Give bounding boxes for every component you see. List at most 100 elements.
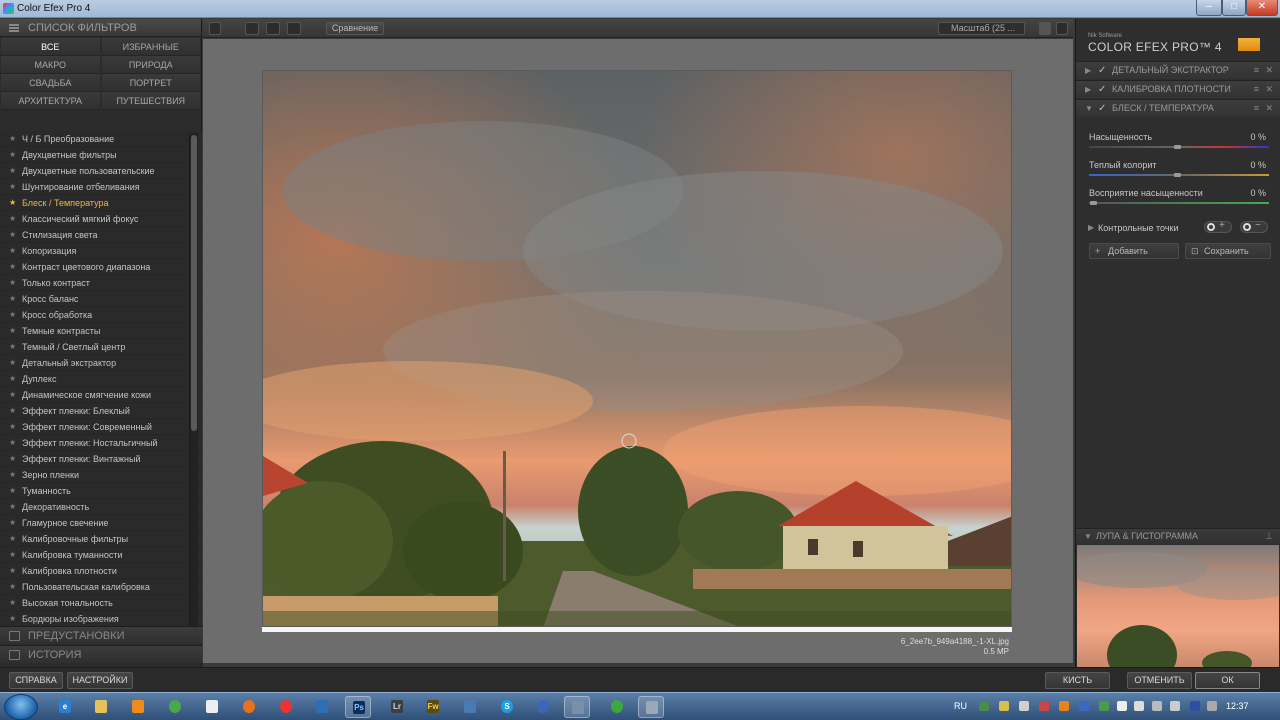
favorite-star-icon[interactable]: ★: [9, 483, 16, 499]
filter-list-item[interactable]: ★ Темный / Светлый центр: [0, 339, 202, 355]
tray-icon[interactable]: [1039, 701, 1049, 711]
filter-list-item[interactable]: ★ Копоризация: [0, 243, 202, 259]
pin-icon[interactable]: ⊥: [1265, 529, 1273, 544]
filter-list-item[interactable]: ★ Двухцветные фильтры: [0, 147, 202, 163]
filter-list-item[interactable]: ★ Классический мягкий фокус: [0, 211, 202, 227]
panel-toggle-icon[interactable]: [209, 22, 221, 35]
skype-taskbar-icon[interactable]: S: [494, 696, 520, 718]
favorite-star-icon[interactable]: ★: [9, 515, 16, 531]
image-canvas[interactable]: 6_2ee7b_949a4188_-1-XL.jpg 0.5 MP: [203, 39, 1073, 663]
favorite-star-icon[interactable]: ★: [9, 323, 16, 339]
tray-icon[interactable]: [1019, 701, 1029, 711]
slider-track[interactable]: [1089, 202, 1269, 204]
remove-control-point-button[interactable]: −: [1240, 220, 1268, 233]
category-tab[interactable]: ВСЕ: [1, 38, 100, 56]
tray-icon[interactable]: [1207, 701, 1217, 711]
media-taskbar-icon[interactable]: [125, 696, 151, 718]
favorite-star-icon[interactable]: ★: [9, 131, 16, 147]
filter-list-header[interactable]: СПИСОК ФИЛЬТРОВ: [0, 19, 201, 37]
filter-list-item[interactable]: ★ Дуплекс: [0, 371, 202, 387]
tray-icon[interactable]: [1059, 701, 1069, 711]
filter-list-item[interactable]: ★ Калибровочные фильтры: [0, 531, 202, 547]
explorer-taskbar-icon[interactable]: [88, 696, 114, 718]
zoom-select[interactable]: Масштаб (25 ...: [938, 22, 1025, 35]
category-tab[interactable]: ПРИРОДА: [101, 56, 200, 74]
category-tab[interactable]: ПУТЕШЕСТВИЯ: [101, 92, 200, 110]
fireworks-taskbar-icon[interactable]: Fw: [420, 696, 446, 718]
filter-list-item[interactable]: ★ Детальный экстрактор: [0, 355, 202, 371]
favorite-star-icon[interactable]: ★: [9, 563, 16, 579]
filter-enabled-checkbox[interactable]: ✓: [1098, 100, 1106, 117]
favorite-star-icon[interactable]: ★: [9, 611, 16, 627]
scrollbar-thumb[interactable]: [191, 135, 197, 431]
lightroom-taskbar-icon[interactable]: Lr: [384, 696, 410, 718]
filter-enabled-checkbox[interactable]: ✓: [1098, 62, 1106, 79]
cancel-button[interactable]: ОТМЕНИТЬ: [1127, 672, 1192, 689]
favorite-star-icon[interactable]: ★: [9, 179, 16, 195]
volume-icon[interactable]: [1134, 701, 1144, 711]
favorite-star-icon[interactable]: ★: [9, 531, 16, 547]
applied-filter-glow-temperature[interactable]: ▼ ✓ БЛЕСК / ТЕМПЕРАТУРА ≡ ✕: [1076, 99, 1280, 117]
filter-list-item[interactable]: ★ Шунтирование отбеливания: [0, 179, 202, 195]
tray-icon[interactable]: [1099, 701, 1109, 711]
favorite-star-icon[interactable]: ★: [9, 419, 16, 435]
favorite-star-icon[interactable]: ★: [9, 355, 16, 371]
favorite-star-icon[interactable]: ★: [9, 163, 16, 179]
maximize-button[interactable]: □: [1222, 0, 1246, 16]
collapse-arrow-icon[interactable]: ▼: [1084, 529, 1092, 544]
filter-list-item[interactable]: ★ Калибровка плотности: [0, 563, 202, 579]
add-control-point-button[interactable]: +: [1204, 220, 1232, 233]
filter-list-item[interactable]: ★ Динамическое смягчение кожи: [0, 387, 202, 403]
expand-arrow-icon[interactable]: ▶: [1085, 81, 1091, 98]
filter-enabled-checkbox[interactable]: ✓: [1098, 81, 1106, 98]
app-taskbar-icon[interactable]: [309, 696, 335, 718]
favorite-star-icon[interactable]: ★: [9, 339, 16, 355]
applied-filter-detail-extractor[interactable]: ▶ ✓ ДЕТАЛЬНЫЙ ЭКСТРАКТОР ≡ ✕: [1076, 61, 1280, 79]
favorite-star-icon[interactable]: ★: [9, 275, 16, 291]
filter-list-item[interactable]: ★ Контраст цветового диапазона: [0, 259, 202, 275]
favorite-star-icon[interactable]: ★: [9, 451, 16, 467]
app2-taskbar-icon[interactable]: [530, 696, 556, 718]
category-tab[interactable]: МАКРО: [1, 56, 100, 74]
filter-list-item[interactable]: ★ Блеск / Температура: [0, 195, 202, 211]
favorite-star-icon[interactable]: ★: [9, 195, 16, 211]
favorite-star-icon[interactable]: ★: [9, 147, 16, 163]
tray-icon[interactable]: [1079, 701, 1089, 711]
favorite-star-icon[interactable]: ★: [9, 307, 16, 323]
favorite-star-icon[interactable]: ★: [9, 499, 16, 515]
filter-list-item[interactable]: ★ Калибровка туманности: [0, 547, 202, 563]
favorite-star-icon[interactable]: ★: [9, 387, 16, 403]
favorite-star-icon[interactable]: ★: [9, 259, 16, 275]
presets-section[interactable]: ПРЕДУСТАНОВКИ: [0, 626, 202, 644]
applied-filter-density-calibration[interactable]: ▶ ✓ КАЛИБРОВКА ПЛОТНОСТИ ≡ ✕: [1076, 80, 1280, 98]
category-tab[interactable]: ИЗБРАННЫЕ: [101, 38, 200, 56]
history-section[interactable]: ИСТОРИЯ: [0, 645, 202, 663]
save-preset-button[interactable]: ⊡ Сохранить: [1185, 243, 1271, 259]
document-taskbar-icon[interactable]: [199, 696, 225, 718]
split-view-icon[interactable]: [266, 22, 280, 35]
brush-button[interactable]: КИСТЬ: [1045, 672, 1110, 689]
filter-list-item[interactable]: ★ Кросс обработка: [0, 307, 202, 323]
close-button[interactable]: ✕: [1246, 0, 1278, 16]
minimize-button[interactable]: –: [1196, 0, 1222, 16]
favorite-star-icon[interactable]: ★: [9, 211, 16, 227]
filter-list-item[interactable]: ★ Гламурное свечение: [0, 515, 202, 531]
network-icon[interactable]: [1152, 701, 1162, 711]
fullscreen-icon[interactable]: [1056, 22, 1068, 35]
filter-controls-icon[interactable]: ≡ ✕: [1254, 100, 1275, 117]
favorite-star-icon[interactable]: ★: [9, 291, 16, 307]
favorite-star-icon[interactable]: ★: [9, 371, 16, 387]
tray-icon[interactable]: [979, 701, 989, 711]
tray-icon[interactable]: [1117, 701, 1127, 711]
loupe-preview[interactable]: [1077, 545, 1279, 667]
window-taskbar-icon[interactable]: [638, 696, 664, 718]
tray-icon[interactable]: [1190, 701, 1200, 711]
chrome-taskbar-icon[interactable]: [162, 696, 188, 718]
filter-list-item[interactable]: ★ Зерно пленки: [0, 467, 202, 483]
filter-list-item[interactable]: ★ Эффект пленки: Блеклый: [0, 403, 202, 419]
loupe-histogram-header[interactable]: ▼ ЛУПА & ГИСТОГРАММА ⊥: [1076, 528, 1280, 544]
favorite-star-icon[interactable]: ★: [9, 227, 16, 243]
favorite-star-icon[interactable]: ★: [9, 595, 16, 611]
filter-list-item[interactable]: ★ Стилизация света: [0, 227, 202, 243]
filter-list-item[interactable]: ★ Ч / Б Преобразование: [0, 131, 202, 147]
